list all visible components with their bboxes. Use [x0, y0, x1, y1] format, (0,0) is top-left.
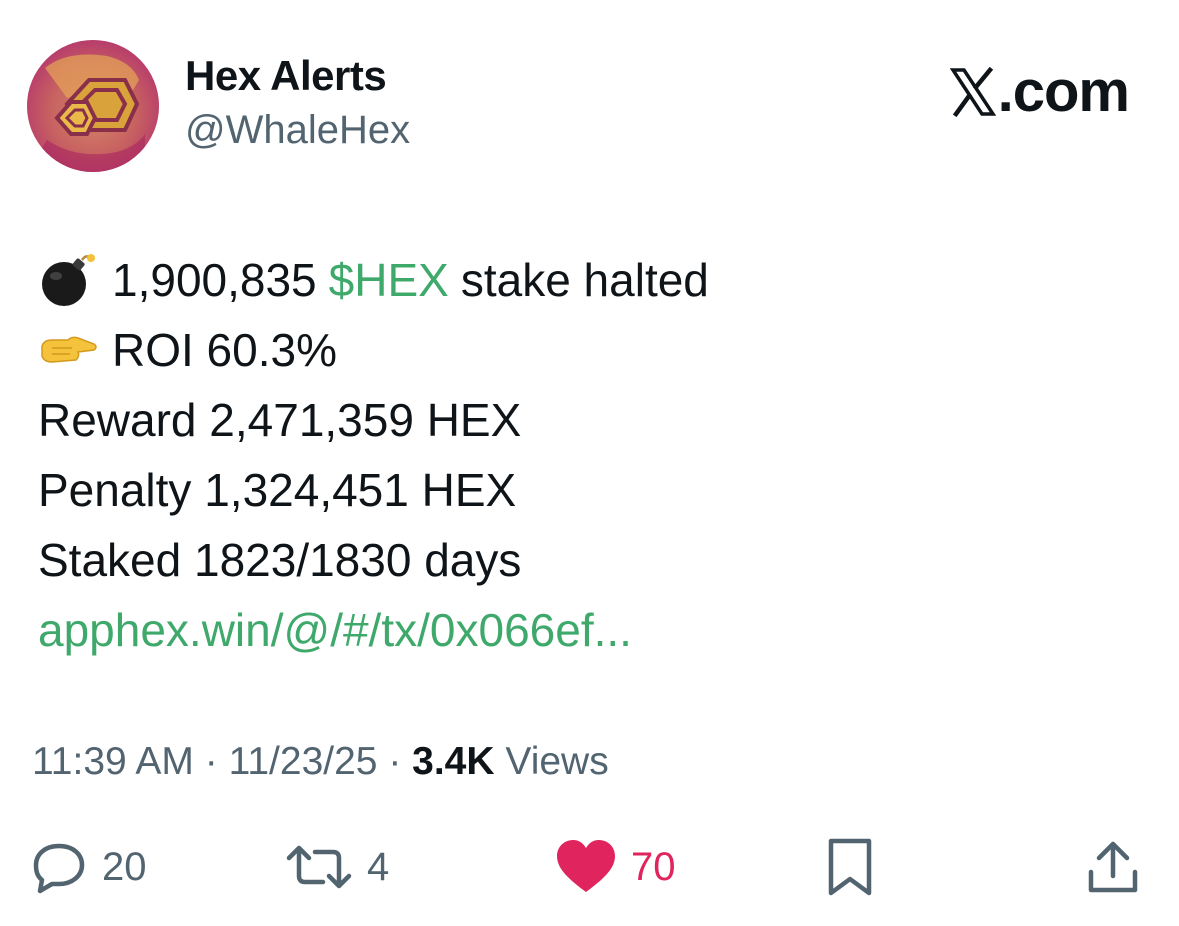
tweet-text: 1,900,835 $HEX stake halted ROI 60.3% Re…: [38, 245, 1138, 665]
tweet-date[interactable]: 11/23/25: [229, 740, 378, 783]
transaction-link[interactable]: apphex.win/@/#/tx/0x066ef...: [38, 595, 632, 665]
tweet-action-bar: 20 4 70: [0, 832, 1179, 902]
site-logo: .com: [949, 58, 1130, 125]
reply-count: 20: [102, 844, 147, 889]
reply-icon: [33, 843, 85, 894]
x-logo-icon: [949, 66, 996, 117]
meta-separator: ·: [377, 740, 413, 783]
meta-separator: ·: [193, 740, 229, 783]
share-icon: [1088, 841, 1138, 893]
heart-icon: [557, 840, 615, 892]
views-count: 3.4K: [412, 740, 495, 783]
reward-text: Reward 2,471,359 HEX: [38, 394, 522, 446]
reply-button[interactable]: 20: [30, 832, 147, 902]
penalty-text: Penalty 1,324,451 HEX: [38, 464, 517, 516]
stake-status-text: stake halted: [460, 254, 709, 306]
bomb-icon: [38, 252, 98, 308]
tweet-time[interactable]: 11:39 AM: [32, 740, 194, 783]
like-count: 70: [631, 844, 676, 889]
tweet-line-stake: 1,900,835 $HEX stake halted: [38, 245, 1138, 315]
cashtag-link[interactable]: $HEX: [329, 245, 449, 315]
roi-text: ROI 60.3%: [112, 324, 337, 376]
bookmark-button[interactable]: [826, 832, 874, 902]
repost-icon: [286, 845, 352, 889]
views-label: Views: [494, 740, 609, 783]
site-logo-text: .com: [997, 59, 1130, 124]
tweet-line-reward: Reward 2,471,359 HEX: [38, 385, 1138, 455]
tweet-line-penalty: Penalty 1,324,451 HEX: [38, 455, 1138, 525]
repost-button[interactable]: 4: [285, 832, 389, 902]
share-button[interactable]: [1085, 832, 1141, 902]
pointing-hand-icon: [38, 322, 98, 378]
repost-count: 4: [367, 844, 390, 889]
tweet-meta: 11:39 AM · 11/23/25 · 3.4K Views: [32, 740, 609, 784]
staked-days-text: Staked 1823/1830 days: [38, 534, 522, 586]
like-button[interactable]: 70: [555, 832, 676, 902]
author-avatar[interactable]: [27, 40, 159, 172]
author-handle[interactable]: @WhaleHex: [185, 108, 410, 153]
tweet-line-roi: ROI 60.3%: [38, 315, 1138, 385]
stake-amount: 1,900,835: [112, 254, 317, 306]
hex-logo-avatar: [27, 40, 159, 172]
tweet-line-link: apphex.win/@/#/tx/0x066ef...: [38, 595, 1138, 665]
tweet-line-staked: Staked 1823/1830 days: [38, 525, 1138, 595]
author-display-name[interactable]: Hex Alerts: [185, 52, 387, 100]
bookmark-icon: [828, 838, 872, 896]
